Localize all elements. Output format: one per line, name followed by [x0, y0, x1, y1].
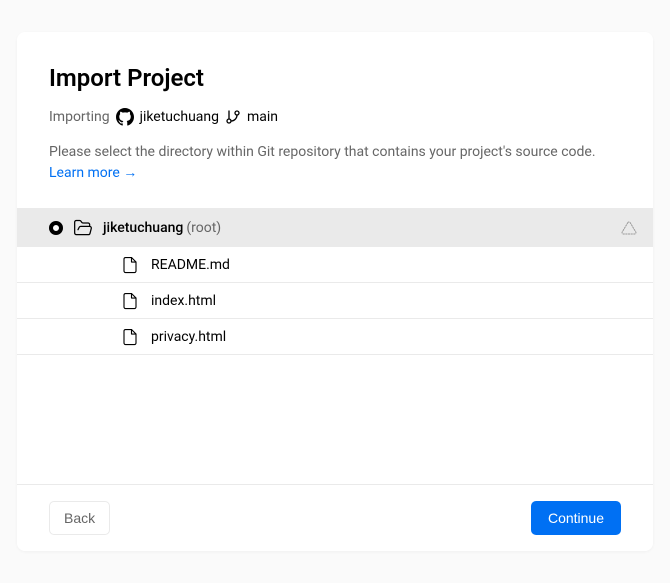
repo-name: jiketuchuang [140, 109, 219, 125]
header-section: Import Project Importing jiketuchuang ma… [17, 32, 653, 208]
tree-root-row[interactable]: jiketuchuang(root) [17, 209, 653, 247]
root-folder-name: jiketuchuang [103, 220, 183, 236]
tree-spacer [17, 355, 653, 485]
file-row[interactable]: index.html [17, 283, 653, 319]
github-icon [116, 108, 134, 126]
page-title: Import Project [49, 64, 621, 92]
file-name: index.html [151, 293, 216, 309]
importing-info: Importing jiketuchuang main [49, 108, 621, 126]
branch-name: main [247, 109, 278, 125]
back-button[interactable]: Back [49, 501, 110, 535]
import-project-card: Import Project Importing jiketuchuang ma… [17, 32, 653, 551]
description-text: Please select the directory within Git r… [49, 144, 596, 160]
footer: Back Continue [17, 485, 653, 551]
root-suffix: (root) [186, 220, 221, 236]
directory-tree: jiketuchuang(root) README.md [17, 208, 653, 485]
warning-icon [621, 220, 637, 236]
file-icon [121, 256, 139, 274]
file-icon [121, 292, 139, 310]
importing-label: Importing [49, 109, 110, 125]
continue-button[interactable]: Continue [531, 501, 621, 535]
file-name: privacy.html [151, 329, 226, 345]
radio-selected-icon[interactable] [49, 221, 63, 235]
file-row[interactable]: README.md [17, 247, 653, 283]
file-name: README.md [151, 257, 230, 273]
branch-icon [225, 109, 241, 125]
file-row[interactable]: privacy.html [17, 319, 653, 355]
folder-open-icon [73, 218, 93, 238]
description: Please select the directory within Git r… [49, 142, 621, 184]
file-icon [121, 328, 139, 346]
learn-more-link[interactable]: Learn more → [49, 165, 137, 181]
